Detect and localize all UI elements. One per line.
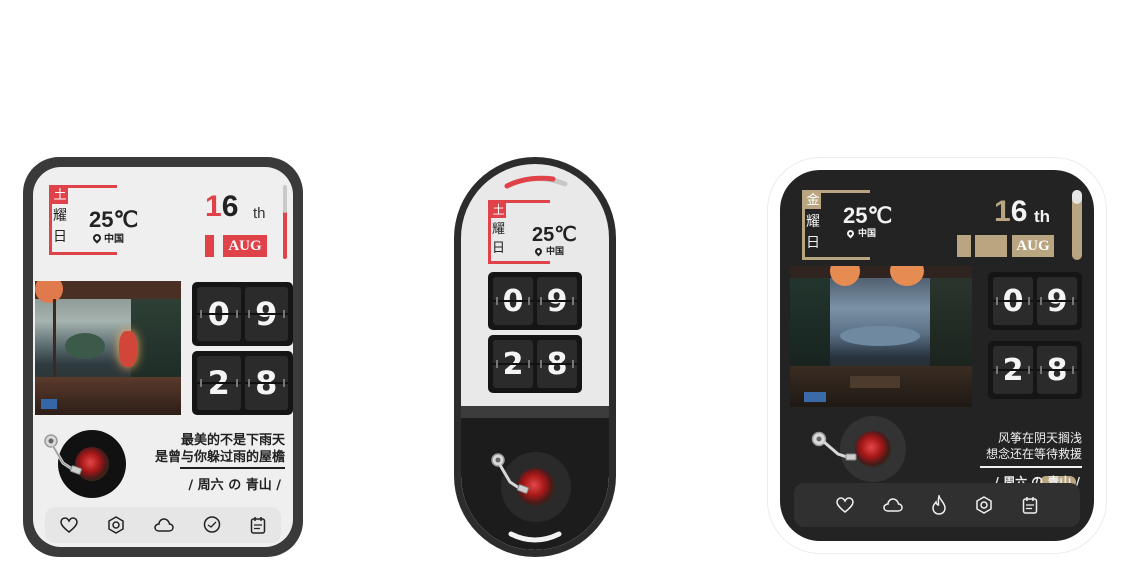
minute-digit: 8 bbox=[537, 340, 577, 388]
tonearm-icon[interactable] bbox=[488, 452, 534, 500]
flip-clock-hours: 0 9 bbox=[192, 282, 293, 346]
quote-line: 风筝在阴天搁浅 bbox=[997, 431, 1082, 445]
icon-bar bbox=[794, 483, 1080, 527]
location: 中国 bbox=[546, 247, 565, 257]
weekday-glyph: 日 bbox=[806, 235, 820, 251]
day-digit-2: 6 bbox=[221, 190, 239, 223]
landscape-photo bbox=[35, 281, 181, 415]
weekday-glyph: 耀 bbox=[53, 208, 67, 224]
month-badge: AUG bbox=[1012, 235, 1054, 257]
watch-screen: 土 耀 日 25℃ 中国 16 th AUG 0 9 2 8 最美的不是下雨天 … bbox=[33, 167, 293, 547]
flame-icon[interactable] bbox=[931, 495, 947, 515]
quote-line: 想念还在等待救援 bbox=[985, 447, 1082, 461]
month-marker bbox=[957, 235, 971, 257]
watch-face-light: 土 耀 日 25℃ 中国 16 th AUG 0 9 2 8 最美的不是下雨天 … bbox=[23, 157, 303, 557]
flip-clock-minutes: 2 8 bbox=[192, 351, 293, 415]
day-digit-2: 6 bbox=[1010, 195, 1028, 228]
icon-bar bbox=[45, 507, 281, 543]
flip-clock-minutes: 2 8 bbox=[488, 335, 582, 393]
month-marker bbox=[205, 235, 214, 257]
settings-hex-icon[interactable] bbox=[975, 496, 993, 514]
flip-clock-minutes: 2 8 bbox=[988, 341, 1082, 399]
date-day: 16 bbox=[994, 197, 1027, 227]
signature: / 周六 の 青山 / bbox=[188, 478, 281, 493]
hour-digit: 0 bbox=[493, 277, 533, 325]
hour-digit: 0 bbox=[993, 277, 1033, 325]
location: 中国 bbox=[104, 234, 124, 245]
flip-clock-hours: 0 9 bbox=[488, 272, 582, 330]
quote-divider bbox=[180, 467, 285, 469]
day-digit-1: 1 bbox=[994, 195, 1011, 228]
scrollbar-thumb[interactable] bbox=[283, 185, 287, 213]
minute-digit: 8 bbox=[244, 356, 288, 410]
weekday-glyph: 土 bbox=[53, 188, 67, 203]
hour-digit: 9 bbox=[244, 287, 288, 341]
bottom-arc bbox=[508, 531, 562, 543]
calendar-icon[interactable] bbox=[1022, 496, 1038, 514]
weekday-glyph: 日 bbox=[491, 241, 505, 256]
weekday-glyph: 土 bbox=[492, 203, 505, 217]
minute-digit: 2 bbox=[493, 340, 533, 388]
cloud-icon[interactable] bbox=[882, 498, 903, 512]
scrollbar-thumb[interactable] bbox=[1072, 190, 1082, 204]
hour-digit: 9 bbox=[537, 277, 577, 325]
minute-digit: 2 bbox=[993, 346, 1033, 394]
landscape-photo bbox=[790, 266, 972, 407]
chat-icon[interactable] bbox=[203, 516, 221, 534]
heart-icon[interactable] bbox=[836, 497, 854, 513]
day-suffix: th bbox=[1034, 207, 1051, 226]
weekday-glyph: 金 bbox=[806, 193, 820, 208]
watch-screen: 土 耀 日 25℃ 中国 0 9 2 8 bbox=[461, 164, 609, 550]
flip-clock-hours: 0 9 bbox=[988, 272, 1082, 330]
calendar-icon[interactable] bbox=[250, 516, 266, 534]
settings-hex-icon[interactable] bbox=[107, 516, 125, 534]
hour-digit: 0 bbox=[197, 287, 241, 341]
watch-face-pill: 土 耀 日 25℃ 中国 0 9 2 8 bbox=[454, 157, 616, 557]
hour-digit: 9 bbox=[1037, 277, 1077, 325]
progress-arc bbox=[504, 175, 568, 189]
minute-digit: 2 bbox=[197, 356, 241, 410]
minute-digit: 8 bbox=[1037, 346, 1077, 394]
day-suffix: th bbox=[253, 205, 266, 222]
tonearm-icon[interactable] bbox=[41, 433, 87, 481]
weekday-glyph: 耀 bbox=[806, 214, 820, 230]
weekday-glyph: 日 bbox=[53, 229, 67, 245]
day-digit-1: 1 bbox=[205, 190, 222, 223]
date-day: 16 bbox=[205, 192, 238, 222]
heart-icon[interactable] bbox=[59, 517, 78, 533]
location: 中国 bbox=[858, 229, 877, 239]
quote-line: 是曾与你躲过雨的屋檐 bbox=[154, 450, 285, 465]
cloud-icon[interactable] bbox=[154, 518, 174, 532]
watch-face-dark: 金 耀 日 25℃ 中国 16 th AUG 0 9 2 8 风筝在阴天搁浅 想… bbox=[768, 158, 1106, 553]
month-marker bbox=[975, 235, 1007, 257]
month-badge: AUG bbox=[223, 235, 267, 257]
quote-divider bbox=[980, 466, 1082, 468]
tonearm-icon[interactable] bbox=[810, 430, 860, 466]
weekday-glyph: 耀 bbox=[491, 222, 505, 237]
watch-screen: 金 耀 日 25℃ 中国 16 th AUG 0 9 2 8 风筝在阴天搁浅 想… bbox=[780, 170, 1094, 541]
